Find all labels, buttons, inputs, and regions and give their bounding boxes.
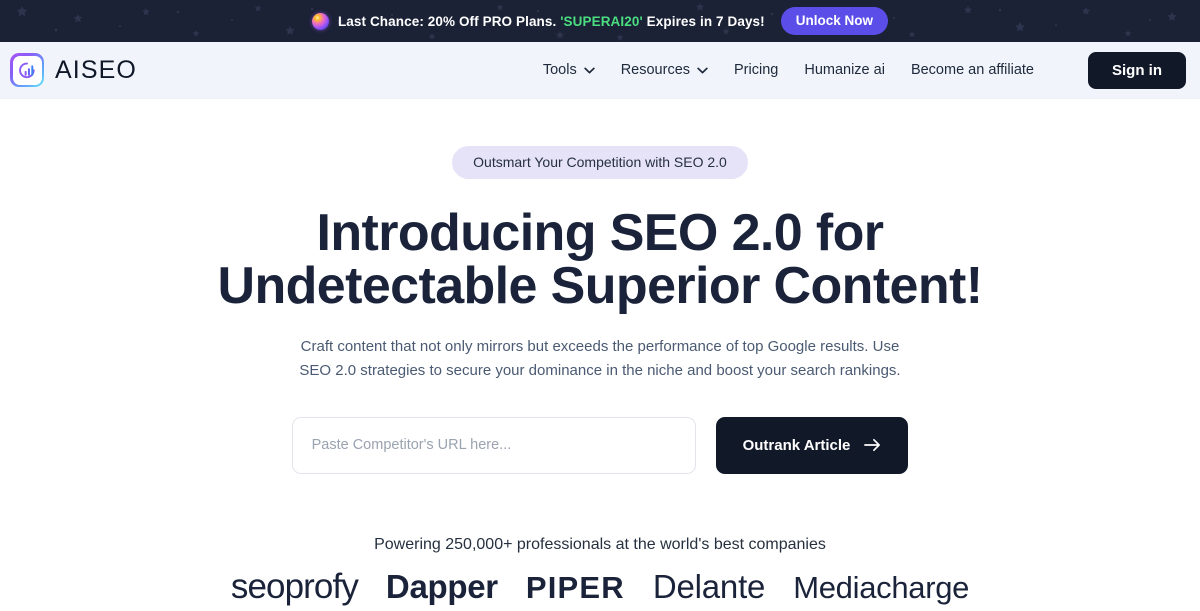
hero-badge[interactable]: Outsmart Your Competition with SEO 2.0 bbox=[452, 146, 748, 179]
promo-text-after: Expires in 7 Days! bbox=[646, 13, 765, 29]
chevron-down-icon bbox=[583, 67, 595, 73]
nav-item-humanize-ai[interactable]: Humanize ai bbox=[804, 62, 885, 78]
site-header: AISEO Tools Resources Pricing Humanize a… bbox=[0, 42, 1200, 99]
sign-in-button[interactable]: Sign in bbox=[1088, 51, 1186, 89]
hero-section: Outsmart Your Competition with SEO 2.0 I… bbox=[0, 99, 1200, 607]
page-title-line-2: Undetectable Superior Content! bbox=[217, 257, 984, 316]
social-proof-heading: Powering 250,000+ professionals at the w… bbox=[374, 535, 826, 553]
social-proof-section: Powering 250,000+ professionals at the w… bbox=[0, 536, 1200, 607]
hero-subtitle-line-1: Craft content that not only mirrors but … bbox=[300, 338, 900, 356]
hero-subtitle: Craft content that not only mirrors but … bbox=[0, 335, 1200, 384]
competitor-url-input[interactable] bbox=[291, 416, 696, 474]
customer-logo-seoprofy: seoprofy bbox=[230, 566, 359, 606]
brand-logo[interactable]: AISEO bbox=[10, 53, 137, 87]
competitor-url-form: Outrank Article bbox=[0, 416, 1200, 474]
chevron-down-icon bbox=[697, 67, 708, 73]
promo-banner: Last Chance: 20% Off PRO Plans. 'SUPERAI… bbox=[0, 0, 1200, 42]
gradient-orb-icon bbox=[311, 12, 329, 30]
nav-item-become-an-affiliate[interactable]: Become an affiliate bbox=[911, 62, 1034, 78]
nav-item-label: Tools bbox=[542, 62, 577, 78]
customer-logo-mediacharge: Mediacharge bbox=[793, 569, 970, 605]
customer-logo-row: seoprofy Dapper PIPER Delante Mediacharg… bbox=[0, 567, 1200, 607]
promo-coupon-code: 'SUPERAI20' bbox=[560, 13, 643, 29]
main-navigation: Tools Resources Pricing Humanize ai Beco… bbox=[543, 51, 1186, 89]
brand-name: AISEO bbox=[55, 55, 137, 84]
aiseo-bar-chart-logo-icon bbox=[10, 53, 44, 87]
customer-logo-dapper: Dapper bbox=[385, 567, 498, 605]
arrow-right-icon bbox=[864, 439, 881, 452]
outrank-article-button[interactable]: Outrank Article bbox=[715, 416, 909, 474]
nav-item-label: Humanize ai bbox=[804, 62, 885, 78]
promo-text-before: Last Chance: 20% Off PRO Plans. bbox=[337, 13, 557, 29]
nav-item-pricing[interactable]: Pricing bbox=[734, 62, 778, 78]
hero-subtitle-line-2: SEO 2.0 strategies to secure your domina… bbox=[299, 362, 901, 380]
customer-logo-piper: PIPER bbox=[525, 569, 625, 605]
nav-item-label: Become an affiliate bbox=[910, 62, 1034, 78]
customer-logo-delante: Delante bbox=[652, 567, 766, 605]
nav-item-resources[interactable]: Resources bbox=[621, 62, 708, 78]
nav-item-tools[interactable]: Tools bbox=[543, 62, 595, 78]
nav-item-label: Pricing bbox=[734, 62, 779, 78]
promo-message: Last Chance: 20% Off PRO Plans. 'SUPERAI… bbox=[338, 14, 765, 29]
bar-chart-icon bbox=[18, 62, 35, 78]
unlock-now-button[interactable]: Unlock Now bbox=[780, 6, 889, 36]
page-title-line-1: Introducing SEO 2.0 for bbox=[316, 204, 885, 262]
page-title: Introducing SEO 2.0 for Undetectable Sup… bbox=[0, 204, 1200, 316]
outrank-article-label: Outrank Article bbox=[742, 436, 851, 454]
nav-item-label: Resources bbox=[620, 62, 691, 78]
